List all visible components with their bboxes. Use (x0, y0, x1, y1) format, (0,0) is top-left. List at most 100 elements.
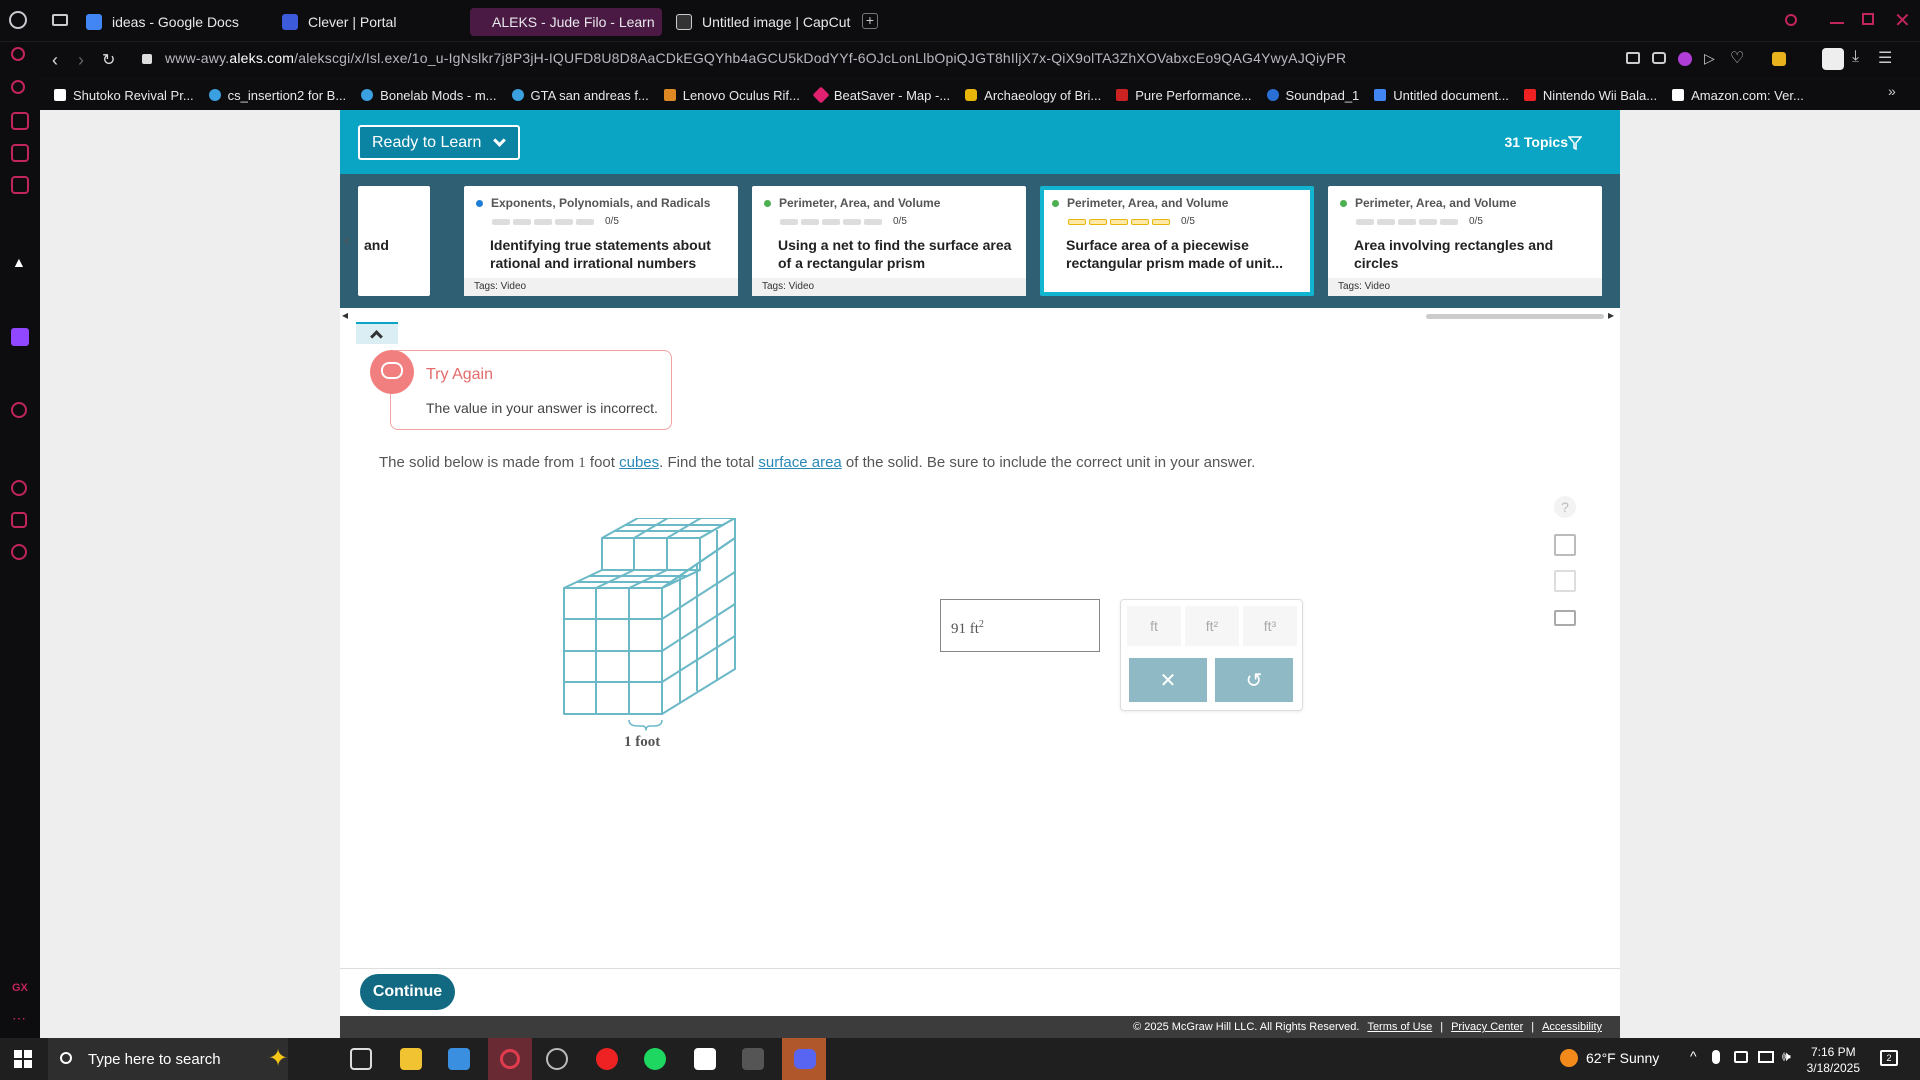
topic-card-selected[interactable]: Perimeter, Area, and Volume 0/5 Surface … (1040, 186, 1314, 296)
store-icon[interactable] (448, 1048, 470, 1070)
topic-card-partial[interactable]: ‹ and (344, 186, 430, 296)
topic-card[interactable]: Exponents, Polynomials, and Radicals 0/5… (464, 186, 738, 296)
answer-input[interactable]: 91 ft2 (940, 599, 1100, 652)
cube-icon[interactable] (11, 512, 27, 528)
bookmark-item[interactable]: BeatSaver - Map -... (812, 86, 950, 104)
windows-start-icon[interactable] (14, 1050, 32, 1068)
taskbar-clock[interactable]: 7:16 PM 3/18/2025 (1807, 1044, 1860, 1076)
unit-ft2-button[interactable]: ft² (1185, 606, 1239, 646)
dictionary-icon[interactable] (1554, 570, 1576, 592)
file-explorer-icon[interactable] (400, 1048, 422, 1070)
filter-icon[interactable] (1568, 136, 1582, 150)
heart-icon[interactable]: ♡ (1730, 48, 1744, 68)
back-icon[interactable]: ‹ (52, 50, 58, 71)
camera-icon[interactable] (1652, 52, 1666, 64)
chevron-left-icon[interactable]: ‹ (344, 232, 349, 250)
more-bookmarks-icon[interactable]: » (1888, 83, 1896, 99)
close-icon[interactable]: ✕ (1894, 8, 1911, 33)
player-icon[interactable] (11, 402, 27, 418)
snapshot-icon[interactable] (1626, 52, 1640, 64)
tray-chevron-icon[interactable]: ^ (1690, 1048, 1697, 1064)
tab-capcut[interactable]: Untitled image | CapCut (664, 8, 862, 36)
vpn-icon[interactable] (1678, 52, 1692, 66)
new-tab-icon[interactable]: + (862, 13, 878, 29)
download-icon[interactable]: ⤓ (1852, 48, 1859, 66)
horizontal-scrollbar[interactable] (1426, 314, 1604, 319)
bookmark-item[interactable]: Pure Performance... (1116, 88, 1252, 103)
history-icon[interactable] (11, 80, 25, 94)
topic-card[interactable]: Perimeter, Area, and Volume 0/5 Using a … (752, 186, 1026, 296)
tab-aleks[interactable]: ALEKS - Jude Filo - Learn (470, 8, 662, 36)
mic-icon[interactable] (1712, 1050, 1720, 1064)
settings-icon[interactable] (11, 544, 27, 560)
collapse-toggle[interactable] (356, 322, 398, 344)
surface-area-link[interactable]: surface area (758, 454, 841, 471)
privacy-link[interactable]: Privacy Center (1451, 1021, 1523, 1033)
shopping-icon[interactable] (11, 112, 29, 130)
tab-clever[interactable]: Clever | Portal (270, 8, 408, 36)
youtube-icon[interactable] (596, 1048, 618, 1070)
gx-icon[interactable]: GX (12, 982, 28, 994)
wallet-icon[interactable] (11, 144, 29, 162)
chatgpt-icon[interactable] (546, 1048, 568, 1070)
taskbar-search-input[interactable]: Type here to search (48, 1038, 288, 1080)
terms-link[interactable]: Terms of Use (1367, 1021, 1432, 1033)
bookmark-item[interactable]: Bonelab Mods - m... (361, 88, 497, 103)
bookmark-item[interactable]: Lenovo Oculus Rif... (663, 88, 800, 103)
url-field[interactable]: www-awy.aleks.com/alekscgi/x/Isl.exe/1o_… (165, 50, 1346, 66)
lenovo-icon (663, 89, 676, 101)
more-icon[interactable]: ⋯ (12, 1010, 26, 1027)
messenger-icon[interactable] (11, 176, 29, 194)
continue-button[interactable]: Continue (360, 974, 455, 1010)
mail-icon[interactable] (1554, 610, 1576, 626)
network-icon[interactable] (1758, 1051, 1774, 1063)
volume-icon[interactable]: 🕪 (1782, 1048, 1791, 1065)
accessibility-link[interactable]: Accessibility (1542, 1021, 1602, 1033)
ready-to-learn-dropdown[interactable]: Ready to Learn (358, 125, 520, 160)
bookmark-item[interactable]: Archaeology of Bri... (965, 88, 1101, 103)
task-view-icon[interactable] (350, 1048, 372, 1070)
camera-tray-icon[interactable] (1734, 1051, 1748, 1063)
bookmark-item[interactable]: cs_insertion2 for B... (208, 88, 346, 103)
undo-button[interactable]: ↺ (1215, 658, 1293, 702)
topic-card[interactable]: Perimeter, Area, and Volume 0/5 Area inv… (1328, 186, 1602, 296)
bookmark-item[interactable]: GTA san andreas f... (511, 88, 649, 103)
send-icon[interactable]: ▷ (1704, 50, 1715, 67)
scroll-left-icon[interactable]: ◂ (342, 308, 348, 322)
clear-button[interactable]: ✕ (1129, 658, 1207, 702)
tab-overview-icon[interactable] (52, 14, 68, 26)
unit-ft3-button[interactable]: ft³ (1243, 606, 1297, 646)
maximize-icon[interactable] (1862, 13, 1874, 25)
game-icon[interactable] (694, 1048, 716, 1070)
tab-google-docs[interactable]: ideas - Google Docs (74, 8, 251, 36)
bookmark-item[interactable]: Amazon.com: Ver... (1672, 88, 1804, 103)
reload-icon[interactable]: ↻ (102, 50, 115, 70)
discord-icon[interactable] (782, 1038, 826, 1080)
copilot-sparkle-icon[interactable]: ✦ (268, 1044, 288, 1073)
twitch-icon[interactable] (11, 328, 29, 346)
bookmark-item[interactable]: Soundpad_1 (1266, 88, 1359, 103)
question-text: The solid below is made from 1 foot cube… (379, 454, 1256, 471)
search-tabs-icon[interactable] (1785, 14, 1797, 26)
bookmark-item[interactable]: Shutoko Revival Pr... (54, 88, 194, 103)
profile-icon[interactable] (1822, 48, 1844, 70)
bookmark-item[interactable]: Nintendo Wii Bala... (1523, 88, 1657, 103)
bookmark-item[interactable]: Untitled document... (1374, 88, 1509, 103)
minimize-icon[interactable] (1830, 22, 1844, 24)
sync-icon[interactable] (11, 47, 25, 61)
cubes-link[interactable]: cubes (619, 454, 659, 471)
forward-icon[interactable]: › (78, 50, 84, 71)
opera-logo-icon[interactable] (9, 11, 27, 29)
spotify-icon[interactable] (644, 1048, 666, 1070)
extension-icon[interactable] (1772, 52, 1786, 66)
aria-icon[interactable]: ▲ (12, 254, 26, 270)
help-icon[interactable]: ? (1554, 496, 1576, 518)
unit-ft-button[interactable]: ft (1127, 606, 1181, 646)
calculator-icon[interactable] (1554, 534, 1576, 556)
capcut-taskbar-icon[interactable] (742, 1048, 764, 1070)
clock-icon[interactable] (11, 480, 27, 496)
opera-taskbar-icon[interactable] (488, 1038, 532, 1080)
notifications-icon[interactable]: 2 (1880, 1050, 1898, 1066)
scroll-right-icon[interactable]: ▸ (1608, 308, 1614, 322)
menu-icon[interactable]: ☰ (1878, 48, 1892, 68)
